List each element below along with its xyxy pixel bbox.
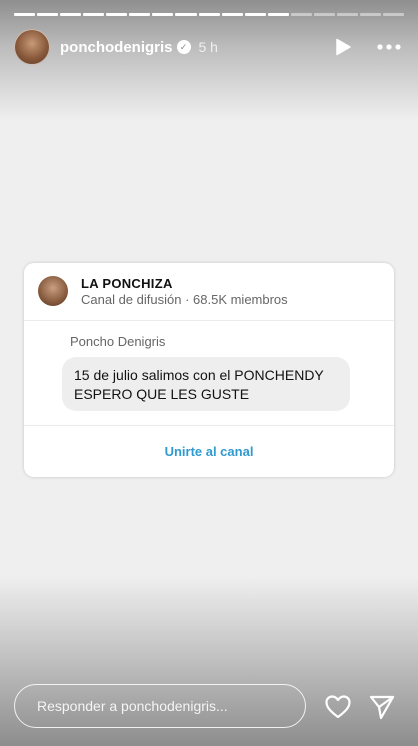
- progress-segment: [60, 13, 82, 16]
- play-icon[interactable]: [334, 38, 352, 56]
- progress-segment: [152, 13, 174, 16]
- message-line: 15 de julio salimos con el PONCHENDY: [74, 367, 324, 383]
- progress-segment: [290, 13, 312, 16]
- progress-segment: [267, 13, 289, 16]
- progress-segment: [175, 13, 197, 16]
- join-channel-button[interactable]: Unirte al canal: [24, 426, 394, 477]
- progress-segment: [83, 13, 105, 16]
- heart-icon[interactable]: [324, 694, 352, 720]
- progress-segment: [198, 13, 220, 16]
- progress-segment: [313, 13, 335, 16]
- progress-segment: [129, 13, 151, 16]
- story-header: ponchodenigris ✓ 5 h: [14, 29, 404, 65]
- progress-segment: [336, 13, 358, 16]
- reply-placeholder: Responder a ponchodenigris...: [37, 698, 228, 714]
- channel-avatar: [38, 276, 68, 306]
- progress-segment: [37, 13, 59, 16]
- more-icon[interactable]: [376, 38, 402, 56]
- message-sender: Poncho Denigris: [70, 334, 166, 349]
- avatar[interactable]: [14, 29, 50, 65]
- message-bubble: 15 de julio salimos con el PONCHENDY ESP…: [62, 357, 350, 411]
- username[interactable]: ponchodenigris: [60, 39, 173, 56]
- progress-segment: [383, 13, 405, 16]
- channel-meta: Canal de difusión · 68.5K miembros: [81, 292, 288, 307]
- reply-input[interactable]: Responder a ponchodenigris...: [14, 684, 306, 728]
- post-time: 5 h: [198, 39, 218, 55]
- progress-segment: [244, 13, 266, 16]
- channel-name: LA PONCHIZA: [81, 276, 173, 291]
- send-icon[interactable]: [368, 694, 396, 720]
- channel-header: LA PONCHIZA Canal de difusión · 68.5K mi…: [24, 263, 394, 321]
- verified-badge-icon: ✓: [176, 40, 191, 54]
- progress-segment: [221, 13, 243, 16]
- progress-segment: [14, 13, 36, 16]
- progress-segment: [359, 13, 381, 16]
- progress-segment: [106, 13, 128, 16]
- message-line: ESPERO QUE LES GUSTE: [74, 386, 250, 402]
- channel-share-card[interactable]: LA PONCHIZA Canal de difusión · 68.5K mi…: [24, 263, 394, 477]
- story-progress-bar: [14, 13, 405, 16]
